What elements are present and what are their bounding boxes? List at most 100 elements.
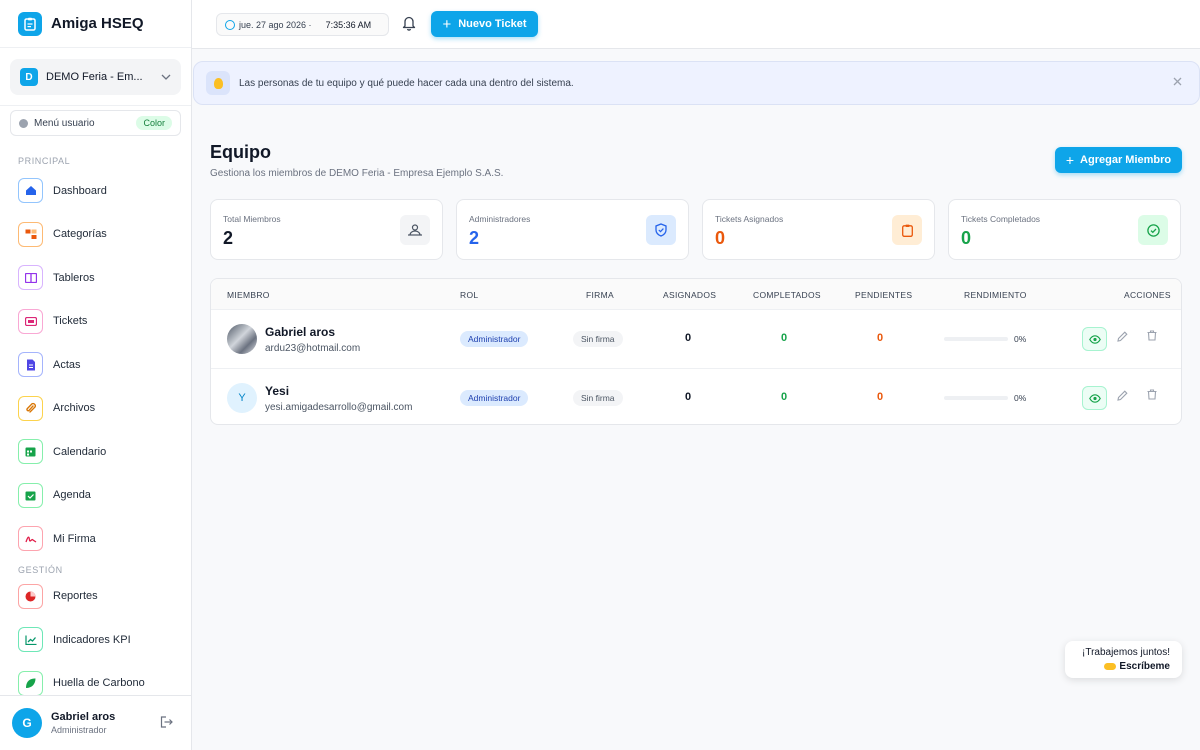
member-name: Yesi: [265, 384, 290, 398]
sidebar-item-label: Indicadores KPI: [53, 633, 131, 646]
brand[interactable]: Amiga HSEQ: [0, 0, 191, 48]
sidebar-item-mi-firma[interactable]: Mi Firma: [0, 517, 191, 561]
sidebar-item-label: Agenda: [53, 489, 91, 502]
sidebar-item-categorias[interactable]: Categorías: [0, 213, 191, 257]
sidebar-item-reportes[interactable]: Reportes: [0, 575, 191, 619]
sidebar-item-agenda[interactable]: Agenda: [0, 474, 191, 518]
sidebar-item-label: Calendario: [53, 445, 107, 458]
menu-user-label: Menú usuario: [34, 117, 95, 129]
signature-badge: Sin firma: [573, 390, 623, 406]
sidebar-item-tableros[interactable]: Tableros: [0, 256, 191, 300]
members-table: MIEMBRO ROL FIRMA ASIGNADOS COMPLETADOS …: [210, 278, 1182, 425]
clock-icon: [225, 19, 235, 30]
completed-count: 0: [781, 391, 788, 403]
info-banner: Las personas de tu equipo y qué puede ha…: [193, 61, 1200, 105]
app-name: Amiga HSEQ: [51, 15, 144, 32]
member-name: Gabriel aros: [265, 325, 336, 339]
clipboard-logo-icon: [18, 11, 42, 36]
new-ticket-button[interactable]: + Nuevo Ticket: [431, 11, 538, 37]
add-member-label: Agregar Miembro: [1080, 154, 1172, 166]
trash-icon[interactable]: [1147, 389, 1157, 403]
stat-label: Total Miembros: [223, 214, 281, 224]
color-badge: Color: [136, 116, 172, 130]
user-role: Administrador: [51, 725, 107, 735]
edit-pencil-icon[interactable]: [1117, 390, 1128, 404]
completed-count: 0: [781, 332, 788, 344]
hierarchy-icon: [18, 221, 43, 247]
page-title: Equipo: [210, 142, 271, 162]
sidebar-item-label: Huella de Carbono: [53, 677, 145, 690]
trend-icon: [18, 627, 43, 653]
stat-card-completed-tickets: Tickets Completados 0: [948, 199, 1181, 260]
sidebar-item-tickets[interactable]: Tickets: [0, 300, 191, 344]
trash-icon[interactable]: [1147, 330, 1157, 344]
bubble-text: ¡Trabajemos juntos!: [1082, 647, 1170, 658]
plus-icon: +: [442, 15, 452, 33]
bubble-cta: Escríbeme: [1065, 661, 1170, 672]
sidebar-item-indicadores-kpi[interactable]: Indicadores KPI: [0, 618, 191, 662]
assigned-count: 0: [685, 332, 692, 344]
organization-selector[interactable]: D DEMO Feria - Em...: [10, 59, 181, 95]
sidebar-item-label: Archivos: [53, 402, 96, 415]
datetime-display: jue. 27 ago 2026 · 7:35:36 AM: [216, 13, 389, 36]
sidebar-item-label: Dashboard: [53, 184, 107, 197]
divider: [0, 105, 191, 106]
stat-value: 2: [223, 228, 234, 248]
bell-icon[interactable]: [402, 15, 416, 36]
signature-icon: [18, 526, 43, 552]
performance-bar: [944, 396, 1008, 400]
sidebar-user-footer: G Gabriel aros Administrador: [0, 695, 191, 750]
sidebar-item-actas[interactable]: Actas: [0, 343, 191, 387]
date-text: jue. 27 ago 2026 ·: [239, 19, 312, 30]
assigned-count: 0: [685, 391, 692, 403]
stat-value: 0: [961, 228, 972, 248]
edit-pencil-icon[interactable]: [1117, 331, 1128, 345]
handshake-icon: [1104, 662, 1117, 670]
close-icon[interactable]: [1173, 75, 1182, 89]
view-button[interactable]: [1082, 327, 1107, 351]
stat-card-administrators: Administradores 2: [456, 199, 689, 260]
sidebar-item-label: Categorías: [53, 228, 107, 241]
sidebar-item-calendario[interactable]: Calendario: [0, 430, 191, 474]
user-info: Gabriel aros Administrador: [51, 711, 160, 735]
stat-label: Tickets Asignados: [715, 214, 784, 224]
column-header-completed: COMPLETADOS: [753, 290, 821, 300]
column-header-role: ROL: [460, 290, 479, 300]
nav-principal: Dashboard Categorías Tableros Tickets Ac…: [0, 169, 191, 561]
column-header-signature: FIRMA: [586, 290, 614, 300]
contact-bubble[interactable]: ¡Trabajemos juntos! Escríbeme: [1065, 641, 1182, 678]
page-subtitle: Gestiona los miembros de DEMO Feria - Em…: [210, 168, 504, 179]
menu-user-toggle[interactable]: Menú usuario Color: [10, 110, 181, 136]
chevron-down-icon: [161, 72, 171, 83]
view-button[interactable]: [1082, 386, 1107, 410]
team-icon: [400, 215, 430, 245]
member-email: ardu23@hotmail.com: [265, 343, 361, 354]
table-row[interactable]: Y Yesi yesi.amigadesarrollo@gmail.com Ad…: [211, 368, 1181, 424]
stat-card-assigned-tickets: Tickets Asignados 0: [702, 199, 935, 260]
sidebar-item-dashboard[interactable]: Dashboard: [0, 169, 191, 213]
avatar: [227, 324, 257, 354]
table-row[interactable]: Gabriel aros ardu23@hotmail.com Administ…: [211, 310, 1181, 368]
column-header-performance: RENDIMIENTO: [964, 290, 1027, 300]
logout-icon[interactable]: [160, 715, 173, 731]
column-header-pending: PENDIENTES: [855, 290, 913, 300]
org-badge: D: [20, 68, 38, 86]
stat-value: 0: [715, 228, 726, 248]
bubble-cta-label: Escríbeme: [1119, 661, 1170, 672]
role-badge: Administrador: [460, 390, 529, 406]
sidebar-item-archivos[interactable]: Archivos: [0, 387, 191, 431]
document-icon: [18, 352, 43, 378]
section-principal: PRINCIPAL: [18, 156, 71, 166]
add-member-button[interactable]: + Agregar Miembro: [1055, 147, 1182, 173]
table-header: MIEMBRO ROL FIRMA ASIGNADOS COMPLETADOS …: [211, 279, 1181, 310]
sidebar-item-label: Reportes: [53, 590, 98, 603]
pending-count: 0: [877, 332, 884, 344]
stat-label: Administradores: [469, 214, 531, 224]
lightbulb-icon: [206, 71, 230, 95]
shield-icon: [646, 215, 676, 245]
new-ticket-label: Nuevo Ticket: [458, 18, 527, 30]
avatar[interactable]: G: [12, 708, 42, 738]
banner-text: Las personas de tu equipo y qué puede ha…: [239, 77, 574, 89]
stat-card-total-members: Total Miembros 2: [210, 199, 443, 260]
calendar-icon: [18, 439, 43, 465]
